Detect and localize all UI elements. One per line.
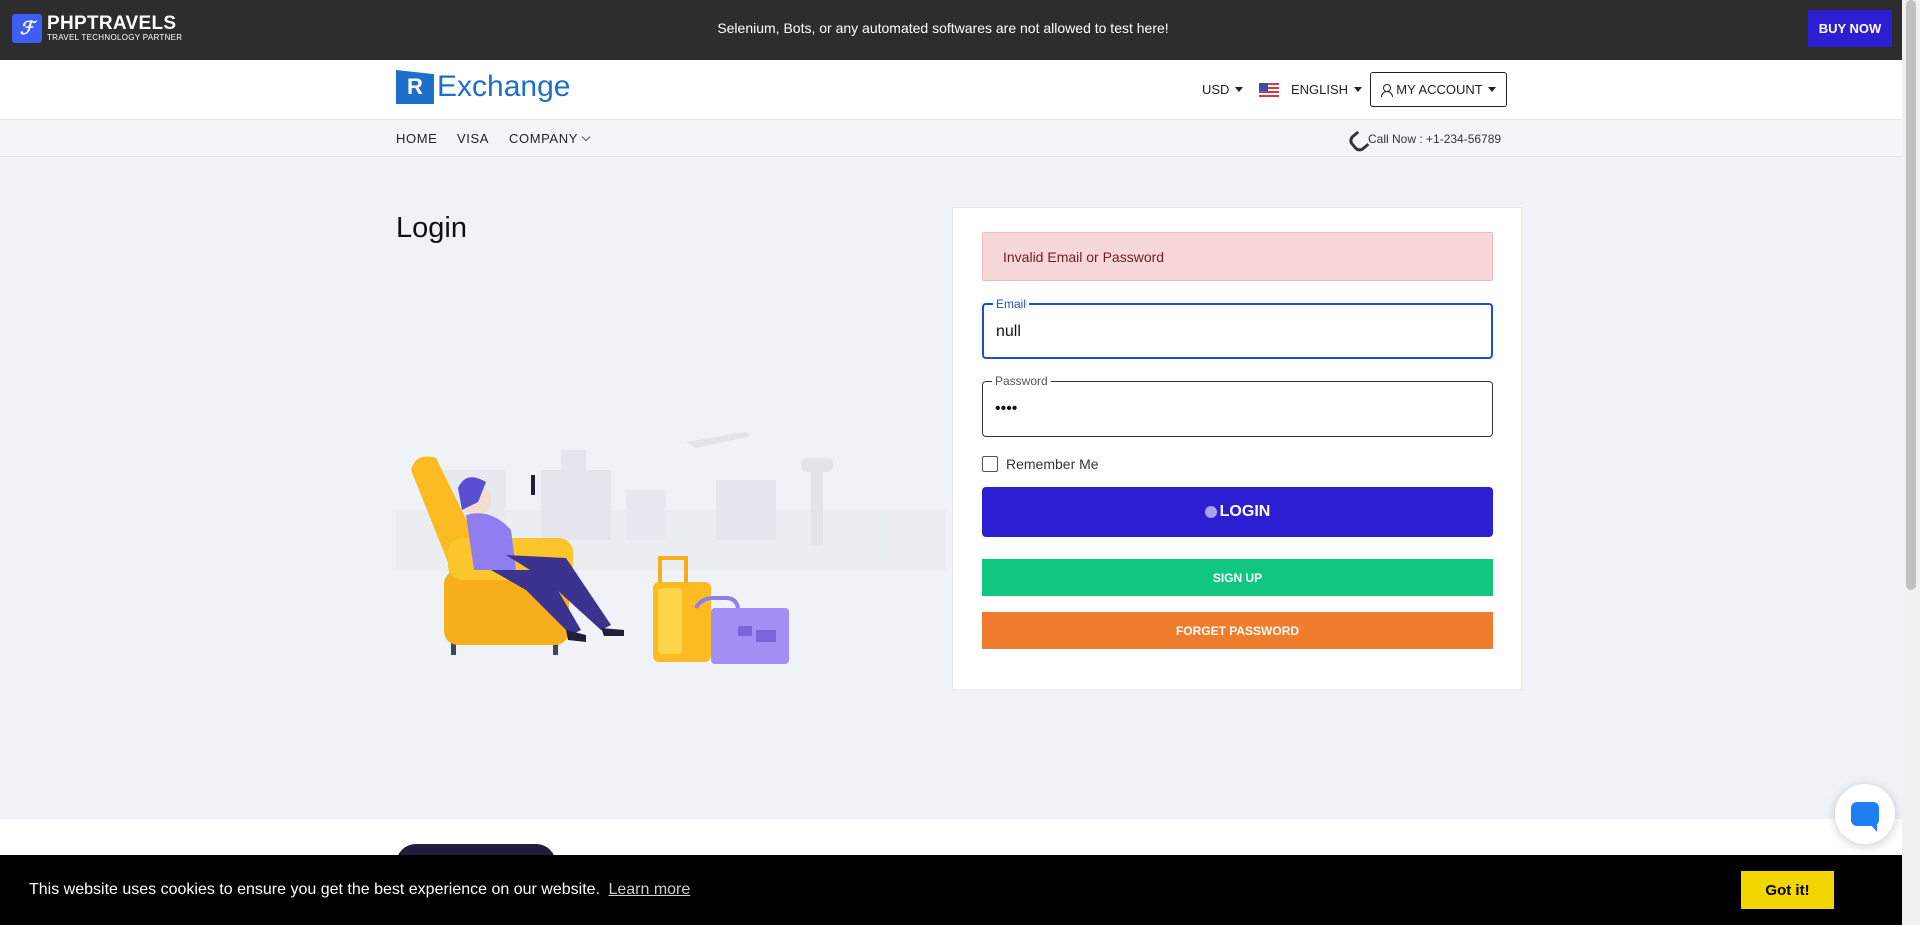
remember-me[interactable]: Remember Me [982,456,1099,472]
automation-notice: Selenium, Bots, or any automated softwar… [717,20,1169,36]
nav-company[interactable]: COMPANY [509,131,591,146]
password-field[interactable]: Password [982,374,1493,437]
login-card: Invalid Email or Password Email Password… [952,207,1522,690]
error-alert: Invalid Email or Password [982,232,1493,281]
buy-now-button[interactable]: BUY NOW [1808,10,1892,47]
password-input[interactable] [995,394,1475,424]
currency-dropdown[interactable]: USD [1202,82,1244,97]
cookie-message-text: This website uses cookies to ensure you … [29,881,600,898]
my-account-label: MY ACCOUNT [1396,82,1483,97]
site-header: R Exchange USD ENGLISH MY ACCOUNT [0,60,1902,120]
main-nav: HOME VISA COMPANY Call Now : +1-234-5678… [0,120,1902,157]
promo-bar: ℱ PHPTRAVELS TRAVEL TECHNOLOGY PARTNER S… [0,0,1902,60]
caret-down-icon [1487,87,1496,92]
logo-text: Exchange [437,70,571,103]
call-now[interactable]: Call Now : +1-234-56789 [1350,132,1501,146]
email-label: Email [993,297,1030,311]
chat-bubble-icon [1851,802,1879,832]
my-account-button[interactable]: MY ACCOUNT [1370,72,1507,107]
site-logo[interactable]: R Exchange [396,70,570,104]
email-input[interactable] [996,317,1476,347]
signup-button[interactable]: SIGN UP [982,559,1493,596]
email-field[interactable]: Email [982,297,1493,359]
exchange-logo-icon: R [396,70,434,104]
chat-widget-button[interactable] [1835,784,1895,844]
spinner-icon [1204,506,1217,518]
language-label: ENGLISH [1291,82,1349,97]
user-icon [1381,84,1394,97]
traveler-illustration [396,432,946,664]
login-button[interactable]: LOGIN [982,487,1493,537]
cookie-accept-button[interactable]: Got it! [1741,871,1834,909]
nav-home[interactable]: HOME [396,131,437,146]
page-scrollbar[interactable] [1902,0,1920,925]
password-label: Password [992,374,1051,388]
page-title: Login [396,212,467,244]
us-flag-icon [1259,82,1279,97]
scrollbar-thumb[interactable] [1906,0,1916,590]
phone-icon [1350,133,1363,146]
cookie-message: This website uses cookies to ensure you … [29,881,690,899]
chevron-down-icon [581,132,591,142]
call-now-text: Call Now : +1-234-56789 [1368,132,1502,146]
nav-visa[interactable]: VISA [457,131,489,146]
currency-label: USD [1202,82,1230,97]
remember-me-checkbox[interactable] [982,456,998,472]
learn-more-link[interactable]: Learn more [608,881,690,898]
caret-down-icon [1235,87,1244,92]
yellow-suitcase [653,556,711,662]
forget-password-button[interactable]: FORGET PASSWORD [982,612,1493,649]
cookie-banner: This website uses cookies to ensure you … [0,855,1902,925]
language-dropdown[interactable]: ENGLISH [1259,82,1363,97]
caret-down-icon [1354,87,1363,92]
login-button-label: LOGIN [1219,503,1271,520]
nav-company-label: COMPANY [509,131,578,146]
remember-me-label: Remember Me [1006,456,1099,472]
